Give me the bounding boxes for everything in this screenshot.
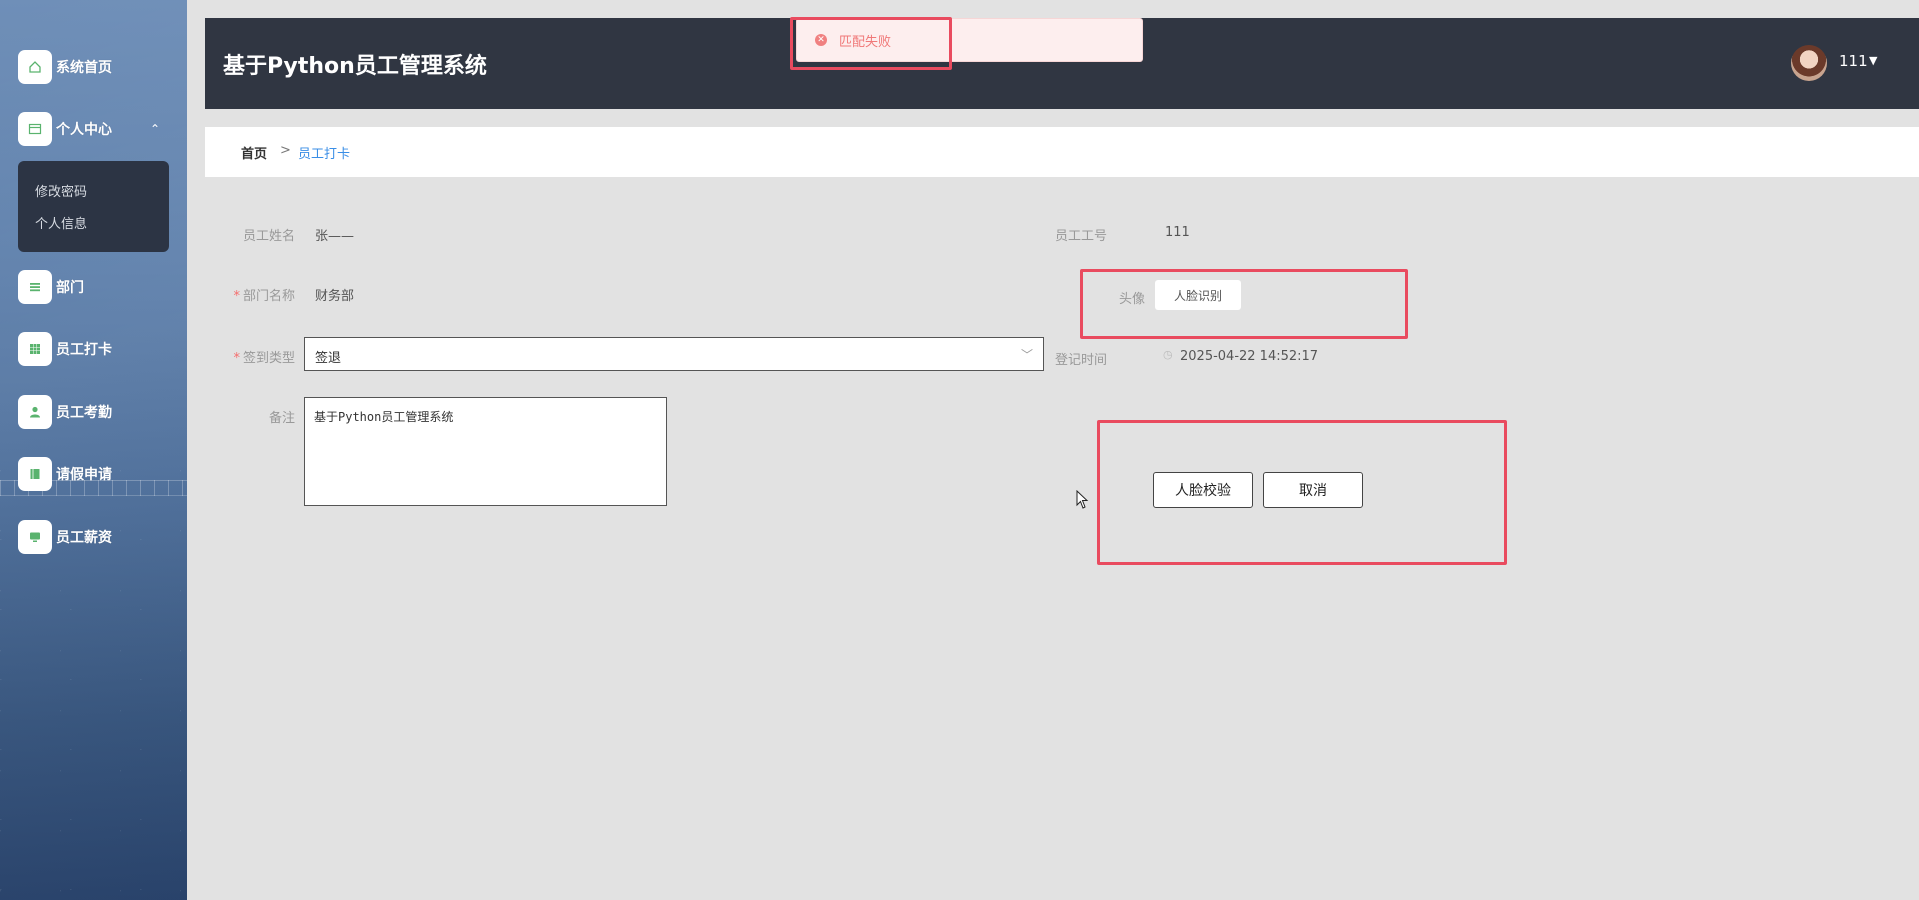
sidebar-item-attendance[interactable]: 员工考勤 bbox=[18, 395, 112, 429]
sidebar-item-department[interactable]: 部门 bbox=[18, 270, 84, 304]
monitor-icon bbox=[18, 520, 52, 554]
employee-name-label: 员工姓名 bbox=[242, 229, 295, 244]
register-time-label: 登记时间 bbox=[1055, 353, 1108, 368]
breadcrumb: 首页 > 员工打卡 bbox=[205, 127, 1919, 177]
sidebar: 系统首页 个人中心 ⌃ 修改密码 个人信息 部门 员工打卡 员工考勤 请假申请 bbox=[0, 0, 187, 900]
list-icon bbox=[18, 270, 52, 304]
chevron-up-icon[interactable]: ⌃ bbox=[150, 122, 160, 136]
remark-textarea[interactable]: 基于Python员工管理系统 bbox=[304, 397, 667, 506]
user-name[interactable]: 111 bbox=[1839, 52, 1868, 70]
home-icon bbox=[18, 50, 52, 84]
person-icon bbox=[18, 395, 52, 429]
sidebar-item-clock-in[interactable]: 员工打卡 bbox=[18, 332, 112, 366]
required-asterisk: * bbox=[233, 289, 240, 304]
sidebar-item-salary[interactable]: 员工薪资 bbox=[18, 520, 112, 554]
chevron-down-icon: ﹀ bbox=[1020, 348, 1033, 362]
personal-center-submenu: 修改密码 个人信息 bbox=[18, 161, 169, 252]
employee-name-value: 张—— bbox=[315, 229, 355, 244]
checkin-type-label: * 签到类型 bbox=[205, 347, 295, 366]
employee-number-label: 员工工号 bbox=[1055, 229, 1108, 244]
submenu-item-change-password[interactable]: 修改密码 bbox=[35, 181, 87, 200]
avatar[interactable] bbox=[1791, 45, 1827, 81]
user-card-icon bbox=[18, 112, 52, 146]
submenu-item-personal-info[interactable]: 个人信息 bbox=[35, 213, 87, 232]
sidebar-item-home[interactable]: 系统首页 bbox=[18, 50, 112, 84]
sidebar-item-label: 员工薪资 bbox=[56, 530, 112, 546]
highlight-box-toast bbox=[790, 17, 952, 70]
breadcrumb-separator: > bbox=[280, 143, 291, 158]
checkin-type-select[interactable]: 签退 ﹀ bbox=[304, 337, 1044, 371]
sidebar-item-personal-center[interactable]: 个人中心 bbox=[18, 112, 112, 146]
app-title: 基于Python员工管理系统 bbox=[223, 54, 487, 79]
employee-number-value: 111 bbox=[1165, 225, 1190, 240]
highlight-box-avatar bbox=[1080, 269, 1408, 339]
remark-label: 备注 bbox=[268, 411, 295, 426]
sidebar-item-label: 员工考勤 bbox=[56, 405, 112, 421]
highlight-box-actions bbox=[1097, 420, 1507, 565]
caret-down-icon[interactable]: ▼ bbox=[1869, 54, 1877, 67]
clock-icon: ◷ bbox=[1163, 348, 1173, 361]
sidebar-item-label: 系统首页 bbox=[56, 60, 112, 76]
grid-icon bbox=[18, 332, 52, 366]
register-time-value: 2025-04-22 14:52:17 bbox=[1180, 349, 1319, 364]
breadcrumb-home[interactable]: 首页 bbox=[241, 143, 267, 162]
department-label: * 部门名称 bbox=[205, 285, 295, 304]
checkin-type-value: 签退 bbox=[315, 351, 342, 366]
breadcrumb-current: 员工打卡 bbox=[298, 147, 351, 162]
department-label-text: 部门名称 bbox=[242, 289, 295, 304]
sidebar-item-label: 部门 bbox=[56, 280, 84, 296]
sidebar-item-label: 请假申请 bbox=[56, 467, 112, 483]
sidebar-item-label: 员工打卡 bbox=[56, 342, 112, 358]
required-asterisk: * bbox=[233, 351, 240, 366]
book-icon bbox=[18, 457, 52, 491]
checkin-type-label-text: 签到类型 bbox=[242, 351, 295, 366]
department-value: 财务部 bbox=[315, 289, 355, 304]
sidebar-item-leave-request[interactable]: 请假申请 bbox=[18, 457, 112, 491]
sidebar-item-label: 个人中心 bbox=[56, 122, 112, 138]
